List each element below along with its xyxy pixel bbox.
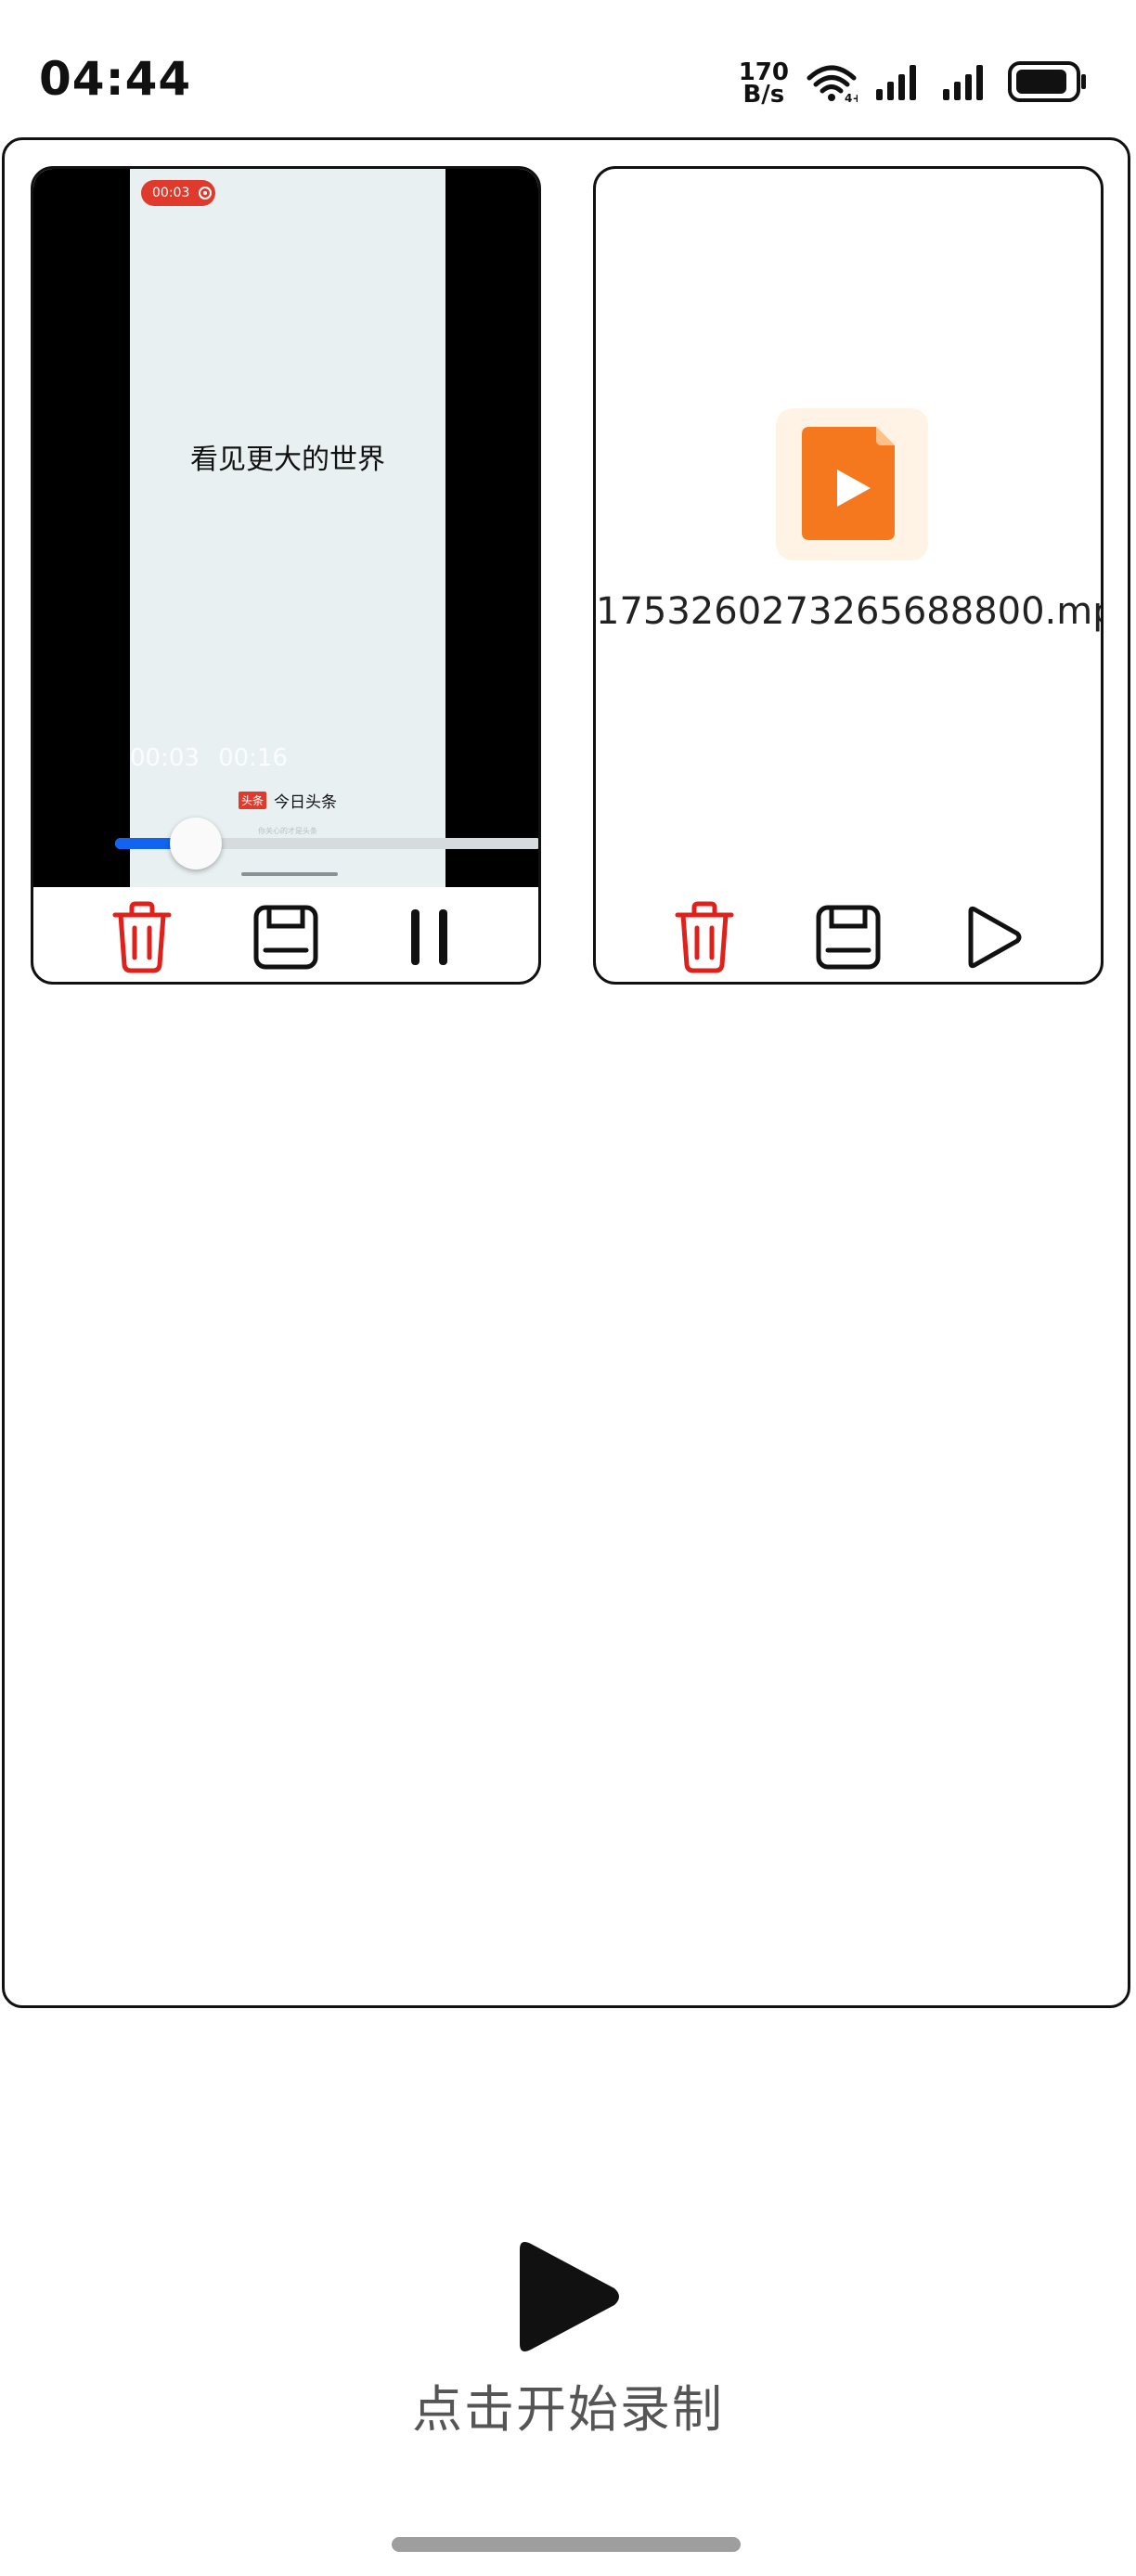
recordings-panel: 00:03 看见更大的世界 头条 今日头条 你关心的才是头条 00:03 00:… [2, 137, 1130, 2008]
recording-card[interactable]: 175326027326568880​0.mp4 [593, 166, 1104, 985]
video-file-icon [802, 427, 895, 540]
card-actions [33, 887, 538, 982]
signal-icon [941, 63, 991, 104]
playback-time-labels: 00:03 00:16 [130, 744, 288, 772]
pause-button[interactable] [391, 898, 469, 976]
delete-icon [112, 901, 172, 973]
network-speed-unit: B/s [742, 81, 785, 109]
play-button[interactable] [953, 898, 1031, 976]
record-dot-icon [199, 187, 213, 200]
file-thumbnail[interactable] [776, 408, 928, 560]
start-recording-button[interactable] [512, 2236, 624, 2357]
video-slogan: 看见更大的世界 [190, 444, 385, 476]
pause-icon [410, 909, 447, 965]
save-button[interactable] [247, 898, 325, 976]
card-actions [596, 887, 1101, 982]
delete-button[interactable] [103, 898, 181, 976]
delete-button[interactable] [665, 898, 743, 976]
svg-text:4+: 4+ [845, 92, 858, 102]
status-bar: 04:44 170 B/s 4+ [0, 0, 1136, 139]
brand-row: 头条 今日头条 [130, 789, 445, 812]
delete-icon [675, 901, 734, 973]
brand-badge: 头条 [238, 792, 266, 809]
wifi-icon: 4+ [806, 61, 861, 106]
recording-time: 00:03 [152, 186, 190, 200]
signal-icon [874, 63, 924, 104]
current-time: 00:03 [130, 744, 200, 772]
home-indicator[interactable] [392, 2537, 741, 2552]
save-icon [816, 905, 881, 970]
play-icon [968, 906, 1022, 969]
recorded-screen: 00:03 看见更大的世界 头条 今日头条 你关心的才是头条 [130, 169, 445, 887]
video-preview[interactable]: 00:03 看见更大的世界 头条 今日头条 你关心的才是头条 00:03 00:… [33, 169, 538, 887]
status-time: 04:44 [39, 52, 192, 106]
status-icons: 170 B/s 4+ [739, 56, 1088, 111]
play-icon [520, 2242, 619, 2351]
progress-thumb[interactable] [170, 818, 223, 869]
network-speed: 170 B/s [739, 60, 789, 109]
recording-indicator: 00:03 [141, 180, 215, 206]
file-name: 175326027326568880​0.mp4 [596, 590, 1104, 633]
save-icon [253, 905, 318, 970]
inner-home-indicator [241, 872, 338, 876]
save-button[interactable] [809, 898, 887, 976]
brand-name: 今日头条 [274, 793, 337, 812]
start-recording-label[interactable]: 点击开始录制 [0, 2368, 1136, 2441]
battery-icon [1008, 61, 1088, 106]
total-time: 00:16 [218, 744, 288, 772]
recording-card[interactable]: 00:03 看见更大的世界 头条 今日头条 你关心的才是头条 00:03 00:… [31, 166, 541, 985]
